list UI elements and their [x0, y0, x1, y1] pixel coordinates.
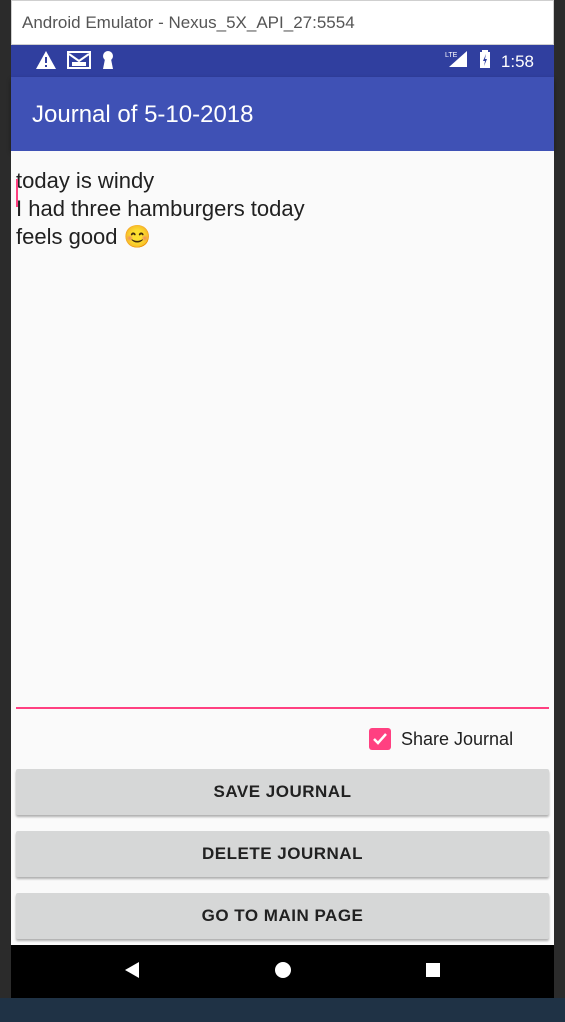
- text-cursor: [16, 179, 18, 207]
- navigation-bar: [11, 945, 554, 998]
- journal-line: feels good 😊: [16, 224, 152, 249]
- svg-text:LTE: LTE: [445, 52, 458, 59]
- go-to-main-page-button[interactable]: GO TO MAIN PAGE: [16, 893, 549, 939]
- journal-text-input[interactable]: today is windy I had three hamburgers to…: [16, 167, 549, 709]
- battery-charging-icon: [479, 49, 491, 74]
- mail-icon: [67, 50, 91, 75]
- journal-line: I had three hamburgers today: [16, 196, 305, 221]
- warning-icon: [35, 50, 57, 75]
- share-journal-checkbox[interactable]: [369, 728, 391, 750]
- save-journal-button[interactable]: SAVE JOURNAL: [16, 769, 549, 815]
- recents-icon[interactable]: [422, 959, 444, 986]
- journal-line: today is windy: [16, 168, 155, 193]
- app-bar: Journal of 5-10-2018: [11, 77, 554, 151]
- home-icon[interactable]: [272, 959, 294, 986]
- share-journal-label: Share Journal: [401, 728, 514, 749]
- share-journal-row[interactable]: Share Journal: [369, 728, 513, 750]
- checkmark-icon: [373, 733, 387, 745]
- keyhole-icon: [101, 50, 115, 75]
- ide-background-right: [553, 45, 565, 946]
- main-content: today is windy I had three hamburgers to…: [11, 151, 554, 945]
- status-bar: LTE 1:58: [11, 45, 554, 77]
- emulator-title: Android Emulator - Nexus_5X_API_27:5554: [22, 13, 355, 32]
- signal-icon: LTE: [445, 49, 469, 74]
- back-icon[interactable]: [121, 959, 143, 986]
- status-time: 1:58: [500, 51, 534, 71]
- emulator-titlebar[interactable]: Android Emulator - Nexus_5X_API_27:5554: [11, 0, 554, 45]
- delete-journal-button[interactable]: DELETE JOURNAL: [16, 831, 549, 877]
- page-title: Journal of 5-10-2018: [32, 101, 254, 128]
- desktop-taskbar: [0, 998, 565, 1022]
